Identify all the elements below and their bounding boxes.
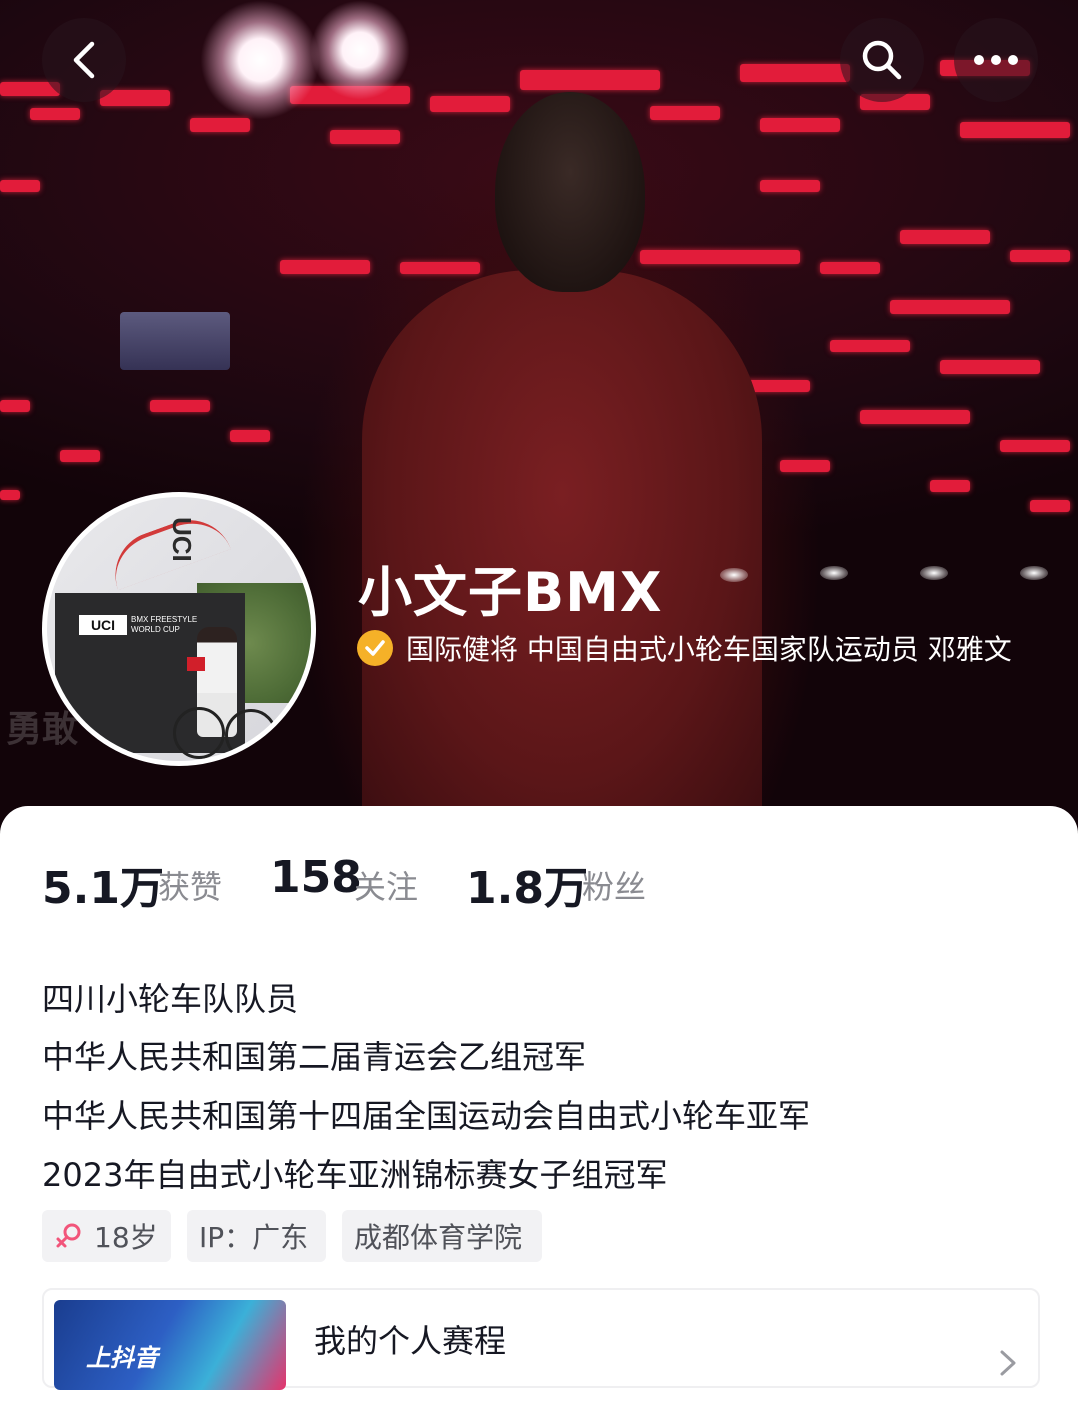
led-light (940, 360, 1040, 374)
age-label: 18岁 (94, 1221, 158, 1254)
crowd-light (1020, 566, 1048, 580)
bio-line: 中华人民共和国第十四届全国运动会自由式小轮车亚军 (42, 1097, 811, 1135)
crowd-light (920, 566, 948, 580)
followers-count[interactable]: 1.8万 (466, 852, 588, 916)
led-light (280, 260, 370, 274)
led-light (820, 262, 880, 274)
avatar-bike-wheel (225, 709, 277, 761)
led-light (740, 64, 850, 82)
following-label[interactable]: 关注 (354, 862, 418, 908)
led-light (780, 460, 830, 472)
more-button[interactable] (954, 18, 1038, 102)
led-light (330, 130, 400, 144)
led-light (400, 262, 480, 274)
avatar-uci-vertical: UCI (167, 517, 197, 562)
led-light (0, 180, 40, 192)
chevron-left-icon (73, 41, 95, 79)
led-light (150, 400, 210, 412)
followers-label[interactable]: 粉丝 (582, 862, 646, 908)
avatar-cup-text: BMX FREESTYLE WORLD CUP (131, 615, 198, 634)
avatar-uci-logo: UCI (79, 615, 127, 635)
led-light (650, 106, 720, 120)
led-light (830, 340, 910, 352)
profile-nickname: 小文子BMX (358, 561, 663, 624)
stage-spotlight (310, 0, 410, 100)
led-light (760, 180, 820, 192)
led-light (960, 122, 1070, 138)
likes-label[interactable]: 获赞 (158, 862, 222, 908)
avatar-bike-wheel (173, 707, 225, 759)
back-button[interactable] (42, 18, 126, 102)
led-light (0, 490, 20, 500)
crowd-light (820, 566, 848, 580)
led-light (1030, 500, 1070, 512)
likes-count[interactable]: 5.1万 (42, 852, 164, 916)
led-light (30, 108, 80, 120)
led-light (640, 250, 800, 264)
following-count[interactable]: 158 (270, 852, 362, 903)
stage-spotlight (200, 0, 320, 120)
bio-line: 2023年自由式小轮车亚洲锦标赛女子组冠军 (42, 1156, 668, 1194)
avatar-flag (187, 657, 205, 671)
led-light (860, 410, 970, 424)
age-tag: 18岁 (42, 1210, 171, 1262)
stage-screen (120, 312, 230, 370)
bio-line: 四川小轮车队队员 (42, 980, 299, 1018)
led-light (230, 430, 270, 442)
schedule-thumbnail-text: 上抖音 (86, 1344, 158, 1372)
crowd-light (720, 568, 748, 582)
led-light (430, 96, 510, 112)
verification-text: 国际健将 中国自由式小轮车国家队运动员 邓雅文 (406, 633, 1012, 666)
schedule-thumbnail: 上抖音 (54, 1300, 286, 1390)
led-light (900, 230, 990, 244)
led-light (0, 400, 30, 412)
led-light (60, 450, 100, 462)
led-light (520, 70, 660, 90)
chevron-right-icon (1000, 1350, 1016, 1376)
school-tag[interactable]: 成都体育学院 (342, 1210, 542, 1262)
led-light (930, 480, 970, 492)
led-light (1010, 250, 1070, 262)
led-light (760, 118, 840, 132)
led-light (1000, 440, 1070, 452)
search-button[interactable] (840, 18, 924, 102)
stage-figure-head (495, 92, 645, 292)
led-light (890, 300, 1010, 314)
led-light (190, 118, 250, 132)
schedule-label: 我的个人赛程 (314, 1322, 507, 1360)
more-horizontal-icon (974, 55, 1018, 65)
ip-location-tag: IP：广东 (187, 1210, 326, 1262)
search-icon (862, 40, 902, 80)
avatar[interactable]: UCI UCI BMX FREESTYLE WORLD CUP (42, 492, 316, 766)
female-icon (56, 1223, 81, 1248)
bio-line: 中华人民共和国第二届青运会乙组冠军 (42, 1038, 587, 1076)
personal-schedule-card[interactable]: 上抖音 我的个人赛程 (42, 1288, 1040, 1390)
